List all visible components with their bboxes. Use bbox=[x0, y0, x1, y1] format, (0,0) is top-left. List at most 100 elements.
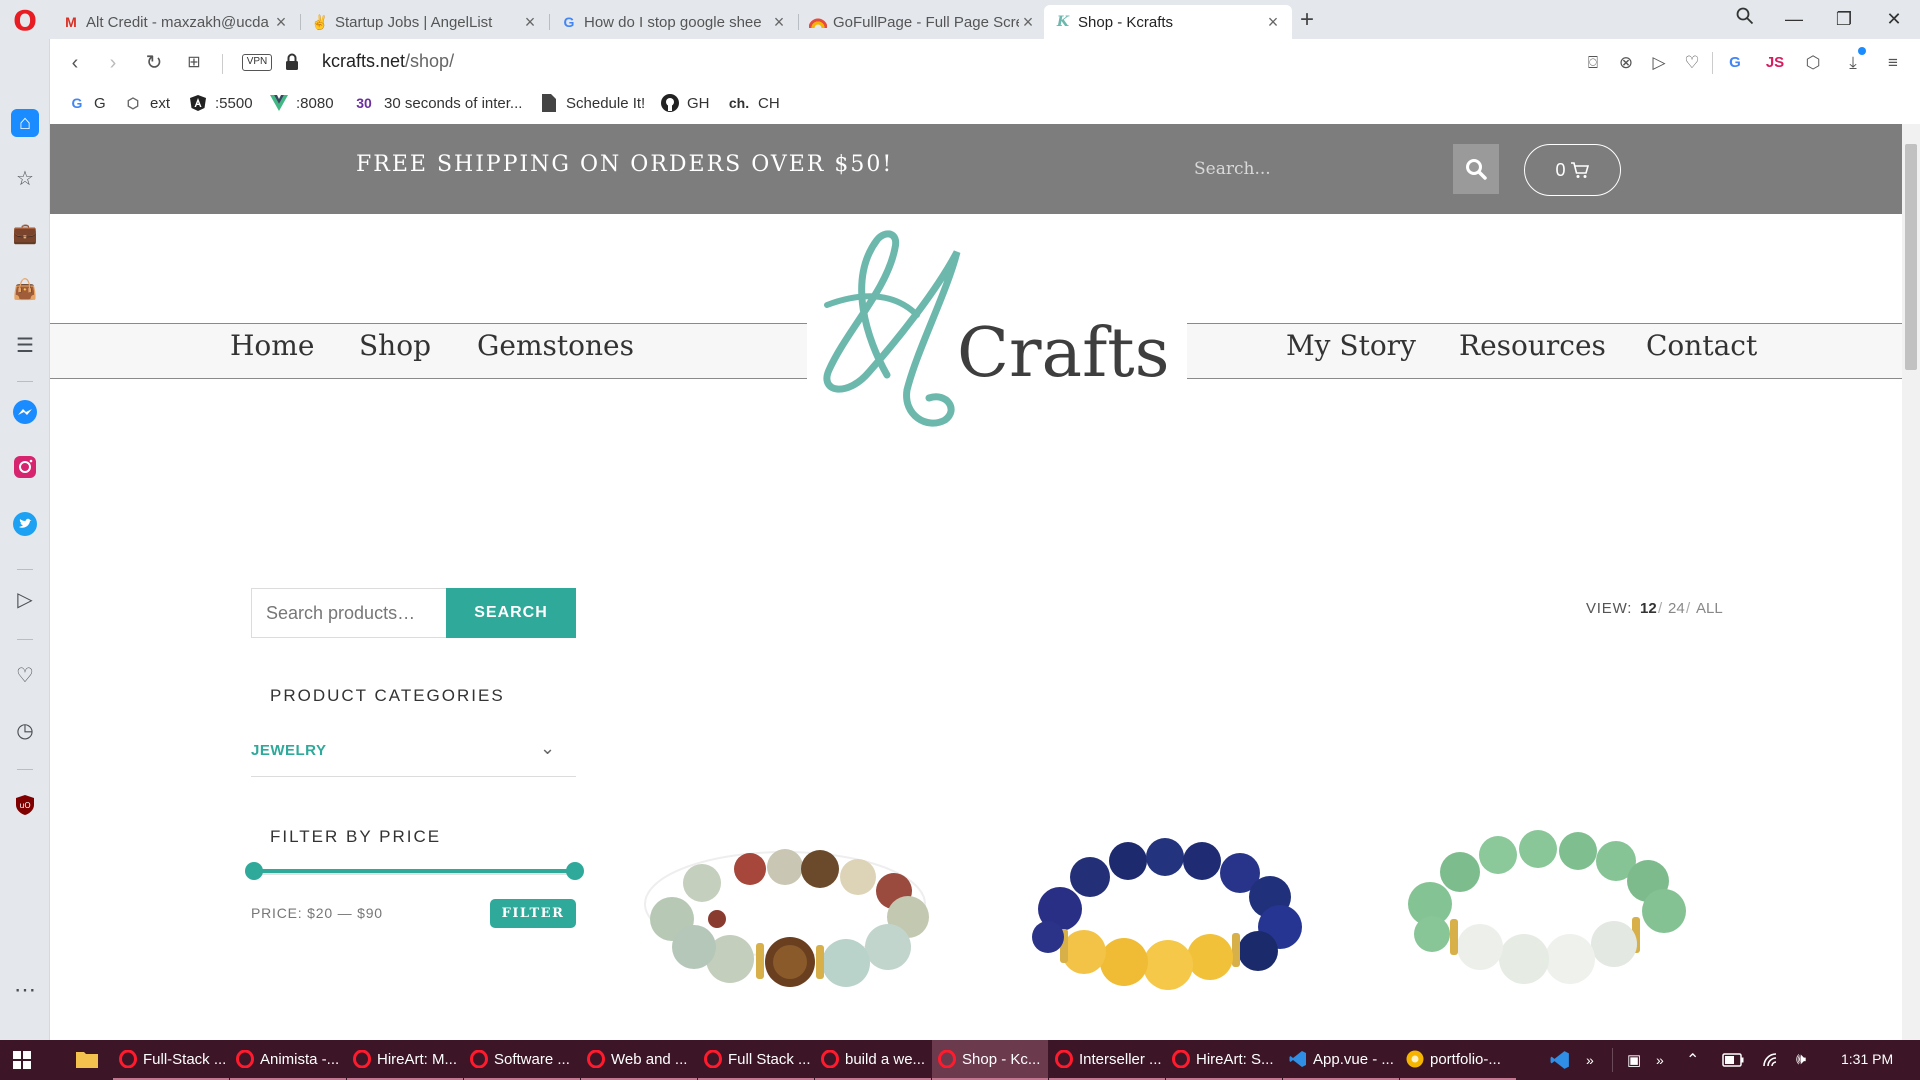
site-search-input[interactable] bbox=[1180, 146, 1430, 192]
taskbar-item[interactable]: HireArt: S... bbox=[1166, 1040, 1282, 1080]
nav-resources[interactable]: Resources bbox=[1459, 329, 1606, 362]
taskbar-item[interactable]: App.vue - ... bbox=[1283, 1040, 1399, 1080]
twitter-icon[interactable] bbox=[11, 512, 39, 540]
taskbar-item[interactable]: Full Stack ... bbox=[698, 1040, 814, 1080]
tab-shop-kcrafts[interactable]: K Shop - Kcrafts × bbox=[1044, 5, 1292, 39]
minimize-icon[interactable]: — bbox=[1774, 4, 1814, 34]
tabs-grid-icon[interactable]: ⊞ bbox=[181, 50, 207, 76]
bookmark-30-seconds[interactable]: 30 30 seconds of inter... bbox=[352, 92, 522, 114]
bookmark-github[interactable]: GH bbox=[661, 92, 710, 114]
site-search-button[interactable] bbox=[1453, 144, 1499, 194]
taskbar-item[interactable]: portfolio-... bbox=[1400, 1040, 1516, 1080]
price-slider-min-handle[interactable] bbox=[245, 862, 263, 880]
more-options-icon[interactable]: ⋯ bbox=[11, 976, 39, 1004]
tab-google-sheets[interactable]: G How do I stop google shee × bbox=[550, 5, 798, 39]
bookmark-5500[interactable]: :5500 bbox=[189, 92, 253, 114]
tab-alt-credit[interactable]: M Alt Credit - maxzakh@ucda × bbox=[52, 5, 300, 39]
view-option-12[interactable]: 12 bbox=[1640, 600, 1657, 617]
nav-home[interactable]: Home bbox=[230, 329, 314, 362]
vscode-pinned-icon[interactable] bbox=[1550, 1040, 1570, 1080]
bookmark-8080[interactable]: :8080 bbox=[270, 92, 334, 114]
file-explorer-icon[interactable] bbox=[76, 1050, 98, 1070]
bookmark-google[interactable]: G G bbox=[68, 92, 106, 114]
taskbar-item[interactable]: Full-Stack ... bbox=[113, 1040, 229, 1080]
bookmarks-heart-icon[interactable]: ♡ bbox=[11, 662, 39, 690]
bookmark-ch[interactable]: ch. CH bbox=[728, 92, 780, 114]
my-flow-icon[interactable]: ▷ bbox=[11, 586, 39, 614]
heart-icon[interactable]: ♡ bbox=[1679, 50, 1705, 76]
reload-icon[interactable]: ↻ bbox=[141, 50, 167, 76]
workspaces-icon[interactable]: 💼 bbox=[11, 220, 39, 248]
taskbar-item[interactable]: Interseller ... bbox=[1049, 1040, 1165, 1080]
send-icon[interactable]: ▷ bbox=[1646, 50, 1672, 76]
discover-icon[interactable]: ☆ bbox=[11, 165, 39, 193]
extensions-cube-icon[interactable]: ⬡ bbox=[1800, 50, 1826, 76]
taskbar-overflow-icon[interactable]: » bbox=[1586, 1040, 1594, 1080]
close-tab-icon[interactable]: × bbox=[1019, 12, 1037, 33]
news-icon[interactable]: ☰ bbox=[11, 332, 39, 360]
volume-icon[interactable]: 🕪 bbox=[1796, 1040, 1806, 1080]
show-hidden-icons-icon[interactable]: ⌃ bbox=[1686, 1040, 1699, 1080]
wifi-icon[interactable] bbox=[1762, 1040, 1782, 1080]
product-aventurine-moonstone-bracelet[interactable] bbox=[1380, 769, 1710, 1019]
taskbar-item[interactable]: Software ... bbox=[464, 1040, 580, 1080]
back-icon[interactable]: ‹ bbox=[62, 50, 88, 76]
cart-button[interactable]: 0 bbox=[1524, 144, 1621, 196]
messenger-icon[interactable] bbox=[11, 399, 39, 427]
product-amazonite-bracelet[interactable] bbox=[620, 769, 950, 1019]
taskbar-item[interactable]: build a we... bbox=[815, 1040, 931, 1080]
price-slider-range bbox=[256, 869, 581, 873]
close-tab-icon[interactable]: × bbox=[521, 12, 539, 33]
kcrafts-logo[interactable]: Crafts bbox=[807, 220, 1187, 480]
bookmark-schedule-it[interactable]: Schedule It! bbox=[540, 92, 645, 114]
product-lapis-citrine-bracelet[interactable] bbox=[1000, 769, 1330, 1019]
price-slider-max-handle[interactable] bbox=[566, 862, 584, 880]
easy-setup-icon[interactable]: ≡ bbox=[1880, 50, 1906, 76]
translate-icon[interactable]: G bbox=[1722, 50, 1748, 76]
instagram-icon[interactable] bbox=[11, 455, 39, 483]
filter-button[interactable]: FILTER bbox=[490, 899, 576, 928]
clock[interactable]: 1:31 PM bbox=[1841, 1051, 1893, 1067]
category-jewelry[interactable]: JEWELRY bbox=[251, 742, 326, 759]
close-window-icon[interactable]: ✕ bbox=[1874, 4, 1914, 34]
desktop-icon[interactable]: ▣ bbox=[1627, 1040, 1641, 1080]
snapshot-icon[interactable]: ⌼ bbox=[1580, 50, 1606, 76]
view-option-all[interactable]: ALL bbox=[1696, 600, 1723, 617]
battery-icon[interactable] bbox=[1722, 1040, 1744, 1080]
adblock-icon[interactable]: ⊗ bbox=[1613, 50, 1639, 76]
close-tab-icon[interactable]: × bbox=[272, 12, 290, 33]
product-search-input[interactable] bbox=[251, 588, 447, 638]
ublock-icon[interactable]: uO bbox=[11, 794, 39, 822]
view-option-24[interactable]: 24 bbox=[1668, 600, 1685, 617]
taskbar-item[interactable]: HireArt: M... bbox=[347, 1040, 463, 1080]
windows-start-icon[interactable] bbox=[0, 1040, 44, 1080]
history-clock-icon[interactable]: ◷ bbox=[11, 717, 39, 745]
bookmark-ext[interactable]: ⬡ ext bbox=[124, 92, 170, 114]
js-extension-icon[interactable]: JS bbox=[1762, 50, 1788, 76]
vpn-badge[interactable]: VPN bbox=[242, 54, 272, 71]
nav-shop[interactable]: Shop bbox=[359, 329, 431, 362]
tab-angellist[interactable]: ✌ Startup Jobs | AngelList × bbox=[301, 5, 549, 39]
nav-gemstones[interactable]: Gemstones bbox=[477, 329, 634, 362]
nav-my-story[interactable]: My Story bbox=[1286, 329, 1416, 362]
taskbar-item[interactable]: Web and ... bbox=[581, 1040, 697, 1080]
forward-icon[interactable]: › bbox=[100, 50, 126, 76]
opera-menu-icon[interactable]: O bbox=[10, 6, 40, 36]
product-search-button[interactable]: SEARCH bbox=[446, 588, 576, 638]
url-field[interactable]: kcrafts.net/shop/ bbox=[322, 51, 454, 72]
tab-gofullpage[interactable]: GoFullPage - Full Page Scre × bbox=[799, 5, 1047, 39]
speed-dial-icon[interactable]: ⌂ bbox=[11, 109, 39, 137]
nav-contact[interactable]: Contact bbox=[1646, 329, 1757, 362]
search-tabs-icon[interactable] bbox=[1725, 4, 1765, 34]
shopping-bag-icon[interactable]: 👜 bbox=[11, 276, 39, 304]
taskbar-item-active[interactable]: Shop - Kc... bbox=[932, 1040, 1048, 1080]
lock-icon[interactable] bbox=[285, 53, 299, 73]
chevron-down-icon[interactable]: ⌄ bbox=[540, 738, 555, 759]
close-tab-icon[interactable]: × bbox=[1264, 12, 1282, 33]
taskbar-item[interactable]: Animista -... bbox=[230, 1040, 346, 1080]
new-tab-button[interactable]: + bbox=[1294, 6, 1320, 34]
tray-overflow-icon[interactable]: » bbox=[1656, 1040, 1664, 1080]
restore-icon[interactable]: ❐ bbox=[1824, 4, 1864, 34]
close-tab-icon[interactable]: × bbox=[770, 12, 788, 33]
page-scrollbar-thumb[interactable] bbox=[1905, 144, 1917, 370]
